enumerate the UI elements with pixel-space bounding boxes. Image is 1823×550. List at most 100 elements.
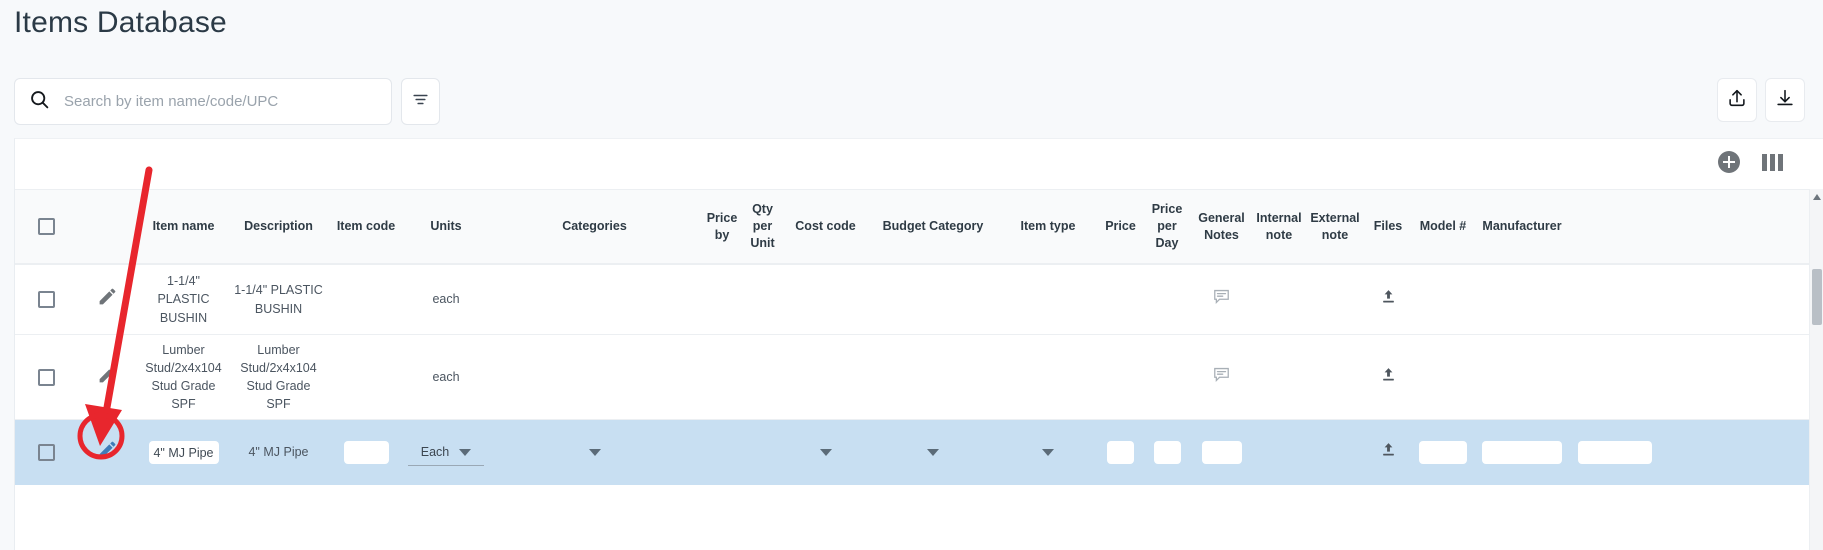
page-title: Items Database <box>14 6 227 39</box>
cell-qty-per-unit <box>742 265 783 334</box>
cell-price-per-day-editor[interactable] <box>1143 420 1191 485</box>
row-edit-cell[interactable] <box>78 335 137 419</box>
row-checkbox[interactable] <box>38 291 55 308</box>
select-all-header[interactable] <box>15 190 78 263</box>
cell-general-notes-editor[interactable] <box>1191 420 1252 485</box>
file-upload-icon[interactable] <box>1380 288 1397 310</box>
row-edit-cell[interactable] <box>78 265 137 334</box>
add-item-button[interactable] <box>1718 151 1740 173</box>
cell-qty-per-unit <box>742 420 783 485</box>
column-header-units[interactable]: Units <box>405 190 487 263</box>
cell-categories <box>487 265 702 334</box>
column-header-price-per-day[interactable]: Price per Day <box>1143 190 1191 263</box>
filter-button[interactable] <box>401 78 440 125</box>
edit-pencil-icon-active[interactable] <box>97 439 118 465</box>
column-header-cost-code[interactable]: Cost code <box>783 190 868 263</box>
price-input[interactable] <box>1107 441 1134 464</box>
select-all-checkbox[interactable] <box>38 218 55 235</box>
edit-pencil-icon[interactable] <box>97 364 118 390</box>
edit-pencil-icon[interactable] <box>97 286 118 312</box>
column-header-description[interactable]: Description <box>230 190 327 263</box>
column-header-internal-note[interactable]: Internal note <box>1252 190 1306 263</box>
item-type-select[interactable] <box>1001 440 1095 466</box>
cell-description: Lumber Stud/2x4x104 Stud Grade SPF <box>240 342 317 412</box>
search-input[interactable] <box>62 92 377 111</box>
general-notes-input[interactable] <box>1201 441 1242 464</box>
search-box[interactable] <box>14 78 392 125</box>
cell-qty-per-unit <box>742 335 783 419</box>
cell-manufacturer-editor[interactable] <box>1474 420 1570 485</box>
cell-files[interactable] <box>1364 335 1412 419</box>
cell-item-code <box>327 265 405 334</box>
filter-icon <box>411 90 430 114</box>
cell-model-editor[interactable] <box>1412 420 1474 485</box>
items-grid: Item name Description Item code Units Ca… <box>15 189 1823 485</box>
table-row[interactable]: Lumber Stud/2x4x104 Stud Grade SPF Lumbe… <box>15 334 1810 419</box>
row-checkbox[interactable] <box>38 444 55 461</box>
last-column-input[interactable] <box>1578 441 1652 464</box>
table-row[interactable]: 1-1/4" PLASTIC BUSHIN 1-1/4" PLASTIC BUS… <box>15 264 1810 334</box>
cell-files[interactable] <box>1364 265 1412 334</box>
manufacturer-input[interactable] <box>1482 441 1562 464</box>
comment-icon[interactable] <box>1212 287 1231 311</box>
column-header-categories[interactable]: Categories <box>487 190 702 263</box>
cell-general-notes[interactable] <box>1191 265 1252 334</box>
cell-budget-category-select[interactable] <box>868 420 998 485</box>
cell-general-notes[interactable] <box>1191 335 1252 419</box>
column-header-price-by[interactable]: Price by <box>702 190 742 263</box>
units-select-value: Each <box>420 444 450 459</box>
row-select-cell[interactable] <box>15 420 78 485</box>
item-name-input[interactable] <box>148 441 219 464</box>
caret-up-icon[interactable] <box>1813 194 1821 200</box>
column-header-general-notes[interactable]: General Notes <box>1191 190 1252 263</box>
scrollbar-thumb[interactable] <box>1812 269 1822 325</box>
units-select[interactable]: Each <box>408 440 484 466</box>
column-header-manufacturer[interactable]: Manufacturer <box>1474 190 1570 263</box>
price-per-day-input[interactable] <box>1153 441 1181 464</box>
column-header-item-name[interactable]: Item name <box>137 190 230 263</box>
table-header-row: Item name Description Item code Units Ca… <box>15 189 1810 264</box>
column-header-budget-category[interactable]: Budget Category <box>868 190 998 263</box>
cell-price-editor[interactable] <box>1098 420 1143 485</box>
cell-categories-select[interactable] <box>487 420 702 485</box>
column-header-item-type[interactable]: Item type <box>998 190 1098 263</box>
table-vertical-scrollbar[interactable] <box>1809 189 1823 550</box>
cost-code-select[interactable] <box>786 440 865 466</box>
cell-item-code-editor[interactable] <box>327 420 405 485</box>
row-select-cell[interactable] <box>15 265 78 334</box>
row-select-cell[interactable] <box>15 335 78 419</box>
columns-icon[interactable] <box>1762 153 1783 171</box>
comment-icon[interactable] <box>1212 365 1231 389</box>
row-checkbox[interactable] <box>38 368 55 386</box>
budget-category-select[interactable] <box>871 440 995 466</box>
cell-model <box>1412 265 1474 334</box>
file-upload-icon[interactable] <box>1380 441 1397 463</box>
cell-price <box>1098 335 1143 419</box>
column-header-qty-per-unit[interactable]: Qty per Unit <box>742 190 783 263</box>
cell-files[interactable] <box>1364 420 1412 485</box>
download-button[interactable] <box>1765 78 1805 122</box>
cell-description: 1-1/4" PLASTIC BUSHIN <box>234 283 323 316</box>
cell-item-type-select[interactable] <box>998 420 1098 485</box>
categories-select[interactable] <box>490 440 699 466</box>
table-row-selected[interactable]: 4" MJ Pipe Each <box>15 419 1810 485</box>
cell-budget-category <box>868 265 998 334</box>
column-header-item-code[interactable]: Item code <box>327 190 405 263</box>
cell-external-note <box>1306 265 1364 334</box>
upload-button[interactable] <box>1717 78 1757 122</box>
cell-internal-note <box>1252 335 1306 419</box>
cell-internal-note <box>1252 265 1306 334</box>
item-code-input[interactable] <box>343 441 389 464</box>
column-header-files[interactable]: Files <box>1364 190 1412 263</box>
row-edit-cell[interactable] <box>78 420 137 485</box>
column-header-price[interactable]: Price <box>1098 190 1143 263</box>
cell-last-editor[interactable] <box>1570 420 1660 485</box>
column-header-external-note[interactable]: External note <box>1306 190 1364 263</box>
model-input[interactable] <box>1419 441 1467 464</box>
file-upload-icon[interactable] <box>1380 366 1397 388</box>
column-header-model[interactable]: Model # <box>1412 190 1474 263</box>
cell-cost-code-select[interactable] <box>783 420 868 485</box>
chevron-down-icon <box>819 449 832 456</box>
cell-units-select[interactable]: Each <box>405 420 487 485</box>
cell-item-name-editor[interactable] <box>137 420 230 485</box>
